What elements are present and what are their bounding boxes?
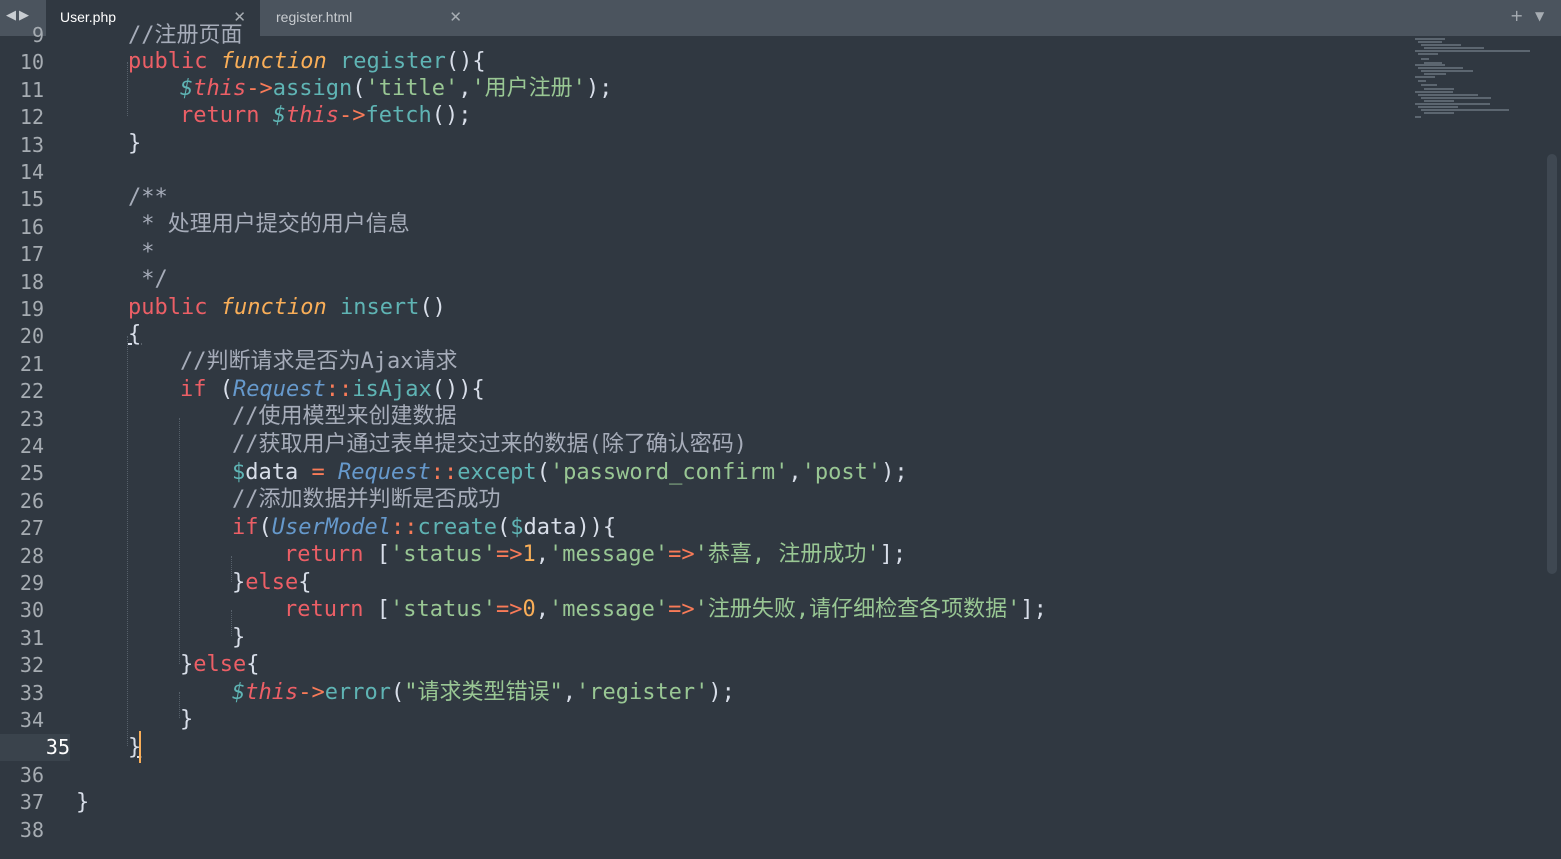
code-line-34: }: [180, 707, 194, 732]
minimap-line: [1421, 58, 1429, 60]
line-number: 15: [19, 187, 44, 212]
line-number: 34: [19, 708, 44, 732]
minimap-line: [1418, 94, 1478, 96]
minimap-line: [1418, 106, 1458, 108]
line-number: 18: [19, 269, 44, 294]
line-number: 28: [19, 543, 44, 568]
code-line-22: if (Request::isAjax()){: [180, 377, 485, 402]
forward-arrow-icon[interactable]: ▶: [19, 8, 32, 23]
minimap-line: [1415, 103, 1490, 105]
line-number: 31: [19, 625, 44, 650]
indent-guide: [127, 336, 128, 746]
code-line-32: }else{: [180, 652, 260, 677]
code-line-9: //注册页面: [128, 23, 243, 48]
code-line-24: //获取用户通过表单提交过来的数据(除了确认密码): [232, 432, 747, 457]
code-line-26: //添加数据并判断是否成功: [232, 487, 501, 512]
code-line-19: public function insert(): [128, 295, 446, 320]
code-line-16: * 处理用户提交的用户信息: [128, 212, 410, 237]
close-tab-icon[interactable]: ✕: [449, 8, 462, 26]
line-number: 26: [19, 488, 44, 513]
code-line-27: if(UserModel::create($data)){: [232, 515, 617, 540]
line-number: 11: [19, 77, 44, 102]
tab-nav-arrows[interactable]: ◀▶: [6, 8, 32, 23]
code-line-23: //使用模型来创建数据: [232, 404, 457, 429]
minimap[interactable]: [1415, 36, 1545, 136]
line-number: 9: [31, 23, 44, 47]
code-editor[interactable]: 9 10 11 12 13 14 15 16 17 18 19 20 21 22 23 24 25 26 27 28 2…: [0, 23, 1561, 859]
back-arrow-icon[interactable]: ◀: [6, 8, 19, 23]
line-number: 35: [0, 734, 70, 762]
line-number: 19: [19, 297, 44, 321]
line-number: 20: [19, 324, 44, 349]
minimap-line: [1415, 38, 1445, 40]
line-number: 21: [19, 351, 44, 376]
line-number: 33: [19, 680, 44, 705]
line-number: 29: [19, 571, 44, 595]
minimap-line: [1421, 109, 1509, 111]
code-line-10: public function register(){: [128, 49, 486, 74]
line-number: 32: [19, 653, 44, 678]
indent-guide: [179, 418, 180, 664]
code-line-25: $data = Request::except('password_confir…: [232, 460, 908, 485]
code-line-20: {: [128, 322, 142, 347]
tab-register-html[interactable]: register.html ✕: [262, 0, 476, 36]
minimap-line: [1415, 64, 1445, 66]
code-line-21: //判断请求是否为Ajax请求: [180, 349, 458, 374]
minimap-line: [1424, 47, 1484, 49]
code-line-31: }: [232, 625, 246, 650]
minimap-line: [1421, 84, 1437, 86]
line-number: 36: [19, 762, 44, 787]
tab-label: User.php: [60, 9, 117, 25]
minimap-line: [1424, 73, 1446, 75]
code-line-33: $this->error("请求类型错误",'register');: [232, 680, 735, 705]
line-number: 30: [19, 598, 44, 623]
minimap-line: [1421, 44, 1461, 46]
tab-menu-icon[interactable]: ▼: [1535, 9, 1544, 23]
line-number: 22: [19, 379, 44, 404]
minimap-line: [1421, 97, 1491, 99]
minimap-line: [1415, 116, 1421, 118]
code-line-29: }else{: [232, 570, 312, 595]
code-line-18: */: [128, 267, 168, 292]
minimap-line: [1424, 100, 1454, 102]
minimap-line: [1421, 70, 1473, 72]
code-line-17: *: [128, 240, 155, 265]
line-number: 16: [19, 214, 44, 239]
code-line-28: return ['status'=>1,'message'=>'恭喜, 注册成功…: [284, 542, 907, 567]
minimap-line: [1418, 53, 1438, 55]
scrollbar-thumb[interactable]: [1547, 154, 1557, 574]
line-number: 25: [19, 461, 44, 486]
line-number: 10: [19, 50, 44, 75]
code-line-15: /**: [128, 185, 168, 210]
code-line-13: }: [128, 131, 142, 156]
code-line-11: $this->assign('title','用户注册');: [180, 76, 613, 101]
minimap-line: [1424, 112, 1454, 114]
line-number: 23: [19, 406, 44, 431]
minimap-line: [1415, 76, 1435, 78]
new-tab-icon[interactable]: +: [1510, 6, 1523, 25]
code-line-37: }: [76, 790, 90, 815]
minimap-line: [1415, 50, 1530, 52]
text-caret: [139, 731, 141, 763]
line-number: 12: [19, 105, 44, 130]
line-number: 14: [19, 160, 44, 184]
minimap-line: [1424, 88, 1454, 90]
line-number: 38: [19, 817, 44, 842]
code-line-30: return ['status'=>0,'message'=>'注册失败,请仔细…: [284, 597, 1047, 622]
minimap-line: [1415, 91, 1453, 93]
minimap-line: [1418, 67, 1463, 69]
minimap-line: [1418, 80, 1426, 82]
line-number: 27: [19, 516, 44, 541]
current-line-number: 35: [45, 735, 70, 760]
line-number: 17: [19, 242, 44, 267]
line-number: 37: [19, 790, 44, 815]
code-line-12: return $this->fetch();: [180, 103, 472, 128]
line-number: 24: [19, 434, 44, 458]
line-number-gutter: 9 10 11 12 13 14 15 16 17 18 19 20 21 22 23 24 25 26 27 28 2…: [0, 23, 70, 859]
minimap-line: [1418, 41, 1442, 43]
line-number: 13: [19, 132, 44, 157]
tab-label: register.html: [276, 9, 353, 25]
